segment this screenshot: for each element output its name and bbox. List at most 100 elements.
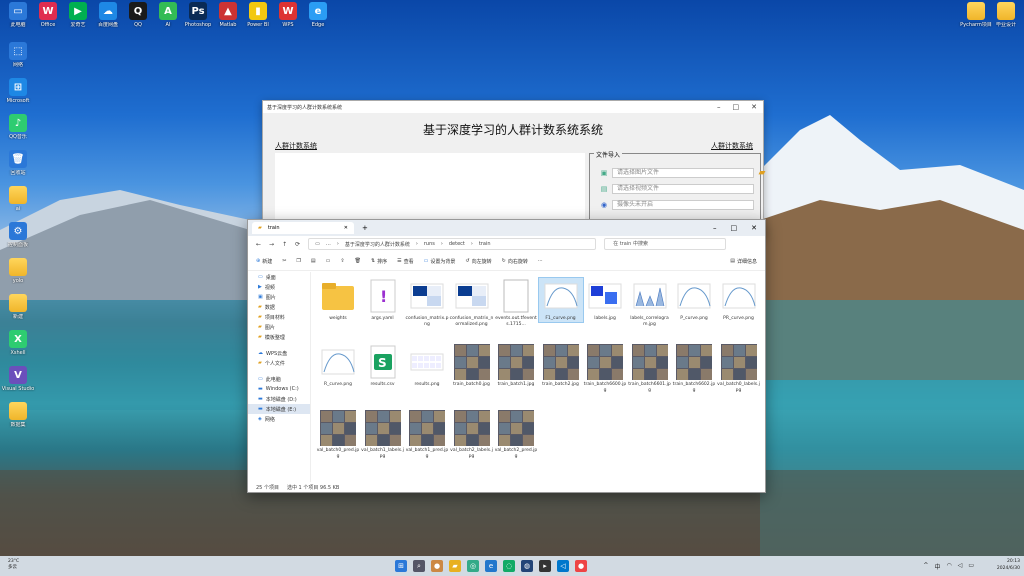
search-icon[interactable]: ⌕ — [413, 560, 425, 572]
rotate-right-button[interactable]: ↻ 向右旋转 — [502, 258, 528, 265]
desktop-icon-right-2[interactable]: 论文 — [1018, 2, 1024, 28]
set-background-button[interactable]: ▭ 设置为背景 — [424, 258, 456, 265]
image-file-row[interactable]: ▣ 请选择图片文件 ▰ — [600, 168, 766, 178]
file-item[interactable]: confusion_matrix.png — [405, 278, 449, 327]
desktop-icon-top-10[interactable]: e Edge — [300, 2, 336, 28]
folder-open-icon[interactable]: ▰ — [758, 169, 766, 178]
sidebar-item[interactable]: ▰ 模板整理 — [248, 332, 310, 342]
right-system-link[interactable]: 人群计数系统 — [711, 141, 753, 151]
cut-icon[interactable]: ✂ — [282, 258, 286, 264]
breadcrumb-item[interactable]: 基于深度学习的人群计数系统 — [345, 241, 410, 248]
delete-icon[interactable]: 🗑 — [355, 258, 361, 264]
file-item[interactable]: Sresults.csv — [361, 344, 405, 388]
share-icon[interactable]: ⇪ — [340, 258, 344, 264]
desktop-icon-col-7[interactable]: 新建 — [0, 294, 36, 320]
file-item[interactable]: P_curve.png — [672, 278, 716, 322]
file-item[interactable]: val_batch1_pred.jpg — [405, 410, 449, 459]
file-item[interactable]: train_batch6602.jpg — [672, 344, 716, 393]
minimize-icon[interactable]: – — [717, 103, 721, 111]
crowd-counting-app-window[interactable]: 基于深度学习的人群计数系统系统 – □ ✕ 基于深度学习的人群计数系统系统 人群… — [262, 100, 766, 237]
close-icon[interactable]: ✕ — [751, 224, 757, 232]
volume-icon[interactable]: ◁ — [958, 562, 963, 571]
file-item[interactable]: confusion_matrix_normalized.png — [450, 278, 494, 327]
vscode-icon[interactable]: ◁ — [557, 560, 569, 572]
breadcrumb-item[interactable]: … — [326, 241, 331, 247]
weather-widget[interactable]: 23°C 多云 — [8, 559, 19, 571]
desktop-icon-col-4[interactable]: ai — [0, 186, 36, 212]
input-method-icon[interactable]: 中 — [934, 562, 940, 571]
file-item[interactable]: val_batch0_labels.jpg — [717, 344, 761, 393]
sidebar-item[interactable]: ▰ 项目材料 — [248, 312, 310, 322]
desktop-icon-col-10[interactable]: 数据集 — [0, 402, 36, 428]
video-file-field[interactable]: 请选择视频文件 — [612, 184, 754, 194]
rename-icon[interactable]: ▭ — [326, 258, 331, 264]
image-file-field[interactable]: 请选择图片文件 — [612, 168, 754, 178]
desktop-icon-col-6[interactable]: yolo — [0, 258, 36, 284]
file-item[interactable]: PR_curve.png — [717, 278, 761, 322]
sidebar-item[interactable]: ▰ 数据 — [248, 302, 310, 312]
minimize-icon[interactable]: – — [713, 224, 717, 232]
wechat-icon[interactable]: ◌ — [503, 560, 515, 572]
wifi-icon[interactable]: ◠ — [946, 562, 951, 571]
file-item[interactable]: val_batch2_labels.jpg — [450, 410, 494, 459]
chevron-up-icon[interactable]: ^ — [923, 562, 928, 571]
file-item[interactable]: F1_curve.png — [537, 277, 584, 323]
file-item[interactable]: weights — [316, 278, 360, 322]
view-button[interactable]: ☰ 查看 — [397, 258, 414, 265]
sidebar-item[interactable]: ▶ 视频 — [248, 282, 310, 292]
file-explorer-icon[interactable]: ▰ — [449, 560, 461, 572]
desktop-icon-col-2[interactable]: ♪ QQ音乐 — [0, 114, 36, 140]
file-item[interactable]: R_curve.png — [316, 344, 360, 388]
sort-button[interactable]: ⇅ 排序 — [371, 258, 387, 265]
sidebar-item[interactable]: ☁ WPS云盘 — [248, 348, 310, 358]
file-explorer-window[interactable]: ▰ train ✕ + – □ ✕ ← → ↑ ⟳ ▭ … › 基于深度学习的人… — [247, 219, 766, 493]
edge-icon[interactable]: e — [485, 560, 497, 572]
close-icon[interactable]: ✕ — [751, 103, 757, 111]
desktop-icon-col-5[interactable]: ⚙ 控制面板 — [0, 222, 36, 248]
breadcrumb-item[interactable]: detect — [449, 241, 465, 247]
file-item[interactable]: val_batch2_pred.jpg — [494, 410, 538, 459]
new-button[interactable]: ⊕ 新建 — [256, 258, 272, 265]
sidebar-item[interactable]: ▰ 个人文件 — [248, 358, 310, 368]
refresh-icon[interactable]: ⟳ — [295, 241, 300, 248]
file-item[interactable]: train_batch0.jpg — [450, 344, 494, 388]
app-icon-2[interactable]: ● — [575, 560, 587, 572]
more-icon[interactable]: ··· — [538, 258, 543, 264]
chrome-icon[interactable]: ◎ — [467, 560, 479, 572]
sidebar-item[interactable]: ◈ 网络 — [248, 414, 310, 424]
breadcrumb-item[interactable]: train — [479, 241, 491, 247]
maximize-icon[interactable]: □ — [731, 224, 738, 232]
paste-icon[interactable]: ▤ — [311, 258, 316, 264]
file-item[interactable]: val_batch0_pred.jpg — [316, 410, 360, 459]
breadcrumb-item[interactable]: runs — [424, 241, 435, 247]
sidebar-item[interactable]: ▰ 图片 — [248, 322, 310, 332]
file-item[interactable]: train_batch6600.jpg — [583, 344, 627, 393]
desktop-icon-col-9[interactable]: V Visual Studio — [0, 366, 36, 392]
terminal-icon[interactable]: ▸ — [539, 560, 551, 572]
new-tab-icon[interactable]: + — [362, 224, 368, 232]
file-item[interactable]: train_batch2.jpg — [539, 344, 583, 388]
tab-train[interactable]: ▰ train ✕ — [252, 222, 354, 234]
sidebar-item[interactable]: ▬ 本地磁盘 (D:) — [248, 394, 310, 404]
file-item[interactable]: val_batch1_labels.jpg — [361, 410, 405, 459]
copy-icon[interactable]: ❐ — [296, 258, 300, 264]
clock[interactable]: 20:13 2024/6/30 — [997, 558, 1020, 572]
details-button[interactable]: ▤ 详细信息 — [730, 258, 757, 265]
sidebar-item[interactable]: ▬ 本地磁盘 (E:) — [248, 404, 310, 414]
camera-row[interactable]: ◉ 摄像头未开启 — [600, 200, 754, 210]
file-item[interactable]: results.png — [405, 344, 449, 388]
search-input[interactable]: 在 train 中搜索 — [604, 238, 727, 250]
steam-icon[interactable]: ◍ — [521, 560, 533, 572]
desktop-icon-col-8[interactable]: X Xshell — [0, 330, 36, 356]
file-item[interactable]: events.out.tfevents.1715... — [494, 278, 538, 327]
desktop-icon-col-3[interactable]: 🗑 回收站 — [0, 150, 36, 176]
sidebar-item[interactable]: ▭ 此电脑 — [248, 374, 310, 384]
app-icon[interactable]: ● — [431, 560, 443, 572]
file-item[interactable]: train_batch1.jpg — [494, 344, 538, 388]
sidebar-item[interactable]: ▭ 桌面 — [248, 272, 310, 282]
battery-icon[interactable]: ▭ — [968, 562, 974, 571]
breadcrumb[interactable]: ▭ … › 基于深度学习的人群计数系统 › runs › detect › tr… — [308, 238, 597, 250]
left-system-link[interactable]: 人群计数系统 — [275, 141, 317, 151]
maximize-icon[interactable]: □ — [733, 103, 740, 111]
desktop-icon-col-1[interactable]: ⊞ Microsoft — [0, 78, 36, 104]
